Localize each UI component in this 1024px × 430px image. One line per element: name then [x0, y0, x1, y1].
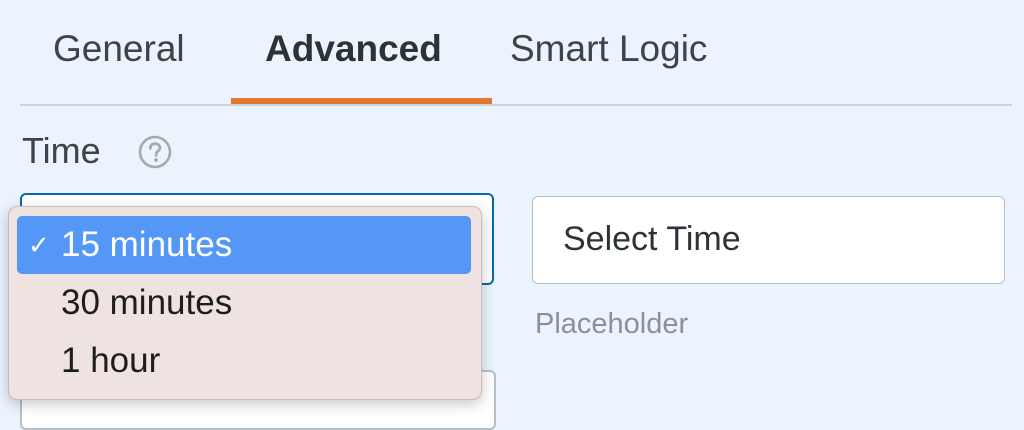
option-1-hour[interactable]: 1 hour	[17, 332, 471, 390]
tab-smart-logic[interactable]: Smart Logic	[510, 28, 707, 70]
option-15-minutes[interactable]: ✓ 15 minutes	[17, 216, 471, 274]
question-circle-icon[interactable]	[137, 134, 173, 170]
tab-advanced[interactable]: Advanced	[265, 28, 442, 70]
option-label: 30 minutes	[61, 283, 233, 322]
time-interval-dropdown: ✓ 15 minutes 30 minutes 1 hour	[8, 206, 482, 400]
placeholder-sublabel: Placeholder	[535, 308, 689, 340]
option-label: 1 hour	[61, 341, 161, 380]
tabs-divider	[20, 104, 1012, 106]
option-30-minutes[interactable]: 30 minutes	[17, 274, 471, 332]
tabs-bar: General Advanced Smart Logic	[0, 0, 1024, 106]
time-placeholder-input[interactable]: Select Time	[532, 196, 1005, 284]
option-label: 15 minutes	[61, 225, 233, 264]
time-field-label: Time	[22, 130, 101, 171]
tab-general[interactable]: General	[53, 28, 185, 70]
checkmark-icon: ✓	[28, 230, 50, 260]
